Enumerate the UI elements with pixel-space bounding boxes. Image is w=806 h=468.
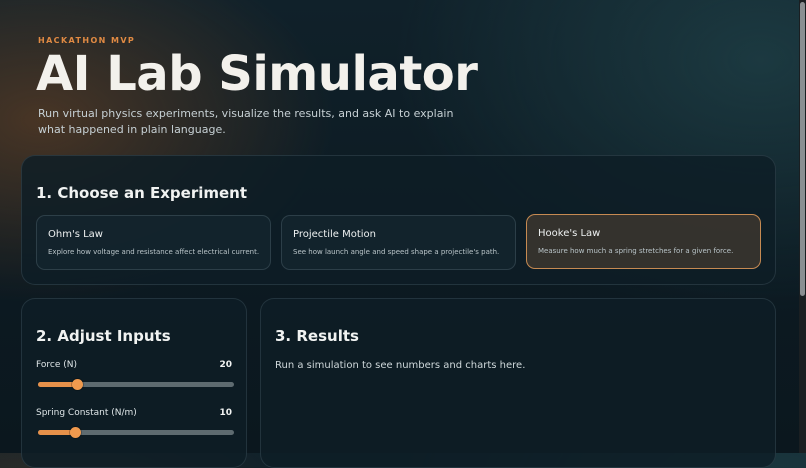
force-label: Force (N) — [36, 360, 77, 370]
experiment-card-projectile-motion[interactable]: Projectile Motion See how launch angle a… — [281, 215, 516, 270]
spring-constant-slider-thumb[interactable] — [70, 427, 82, 438]
page-scrollbar[interactable] — [799, 0, 806, 453]
experiment-card-title: Ohm's Law — [48, 229, 103, 240]
spring-constant-slider[interactable] — [38, 427, 234, 438]
experiment-panel: 1. Choose an Experiment Ohm's Law Explor… — [21, 155, 776, 285]
inputs-heading: 2. Adjust Inputs — [36, 327, 171, 345]
experiment-card-hookes-law[interactable]: Hooke's Law Measure how much a spring st… — [526, 214, 761, 269]
experiment-card-title: Hooke's Law — [538, 228, 601, 239]
results-heading: 3. Results — [275, 327, 359, 345]
force-slider-thumb[interactable] — [72, 379, 84, 390]
experiment-card-title: Projectile Motion — [293, 229, 377, 240]
page-subtitle: Run virtual physics experiments, visuali… — [38, 107, 454, 136]
inputs-panel: 2. Adjust Inputs Force (N) 20 Spring Con… — [21, 298, 247, 468]
experiment-heading: 1. Choose an Experiment — [36, 184, 248, 202]
experiment-card-ohms-law[interactable]: Ohm's Law Explore how voltage and resist… — [36, 215, 271, 270]
force-value: 20 — [219, 360, 232, 370]
experiment-card-description: Measure how much a spring stretches for … — [538, 247, 734, 255]
force-slider[interactable] — [38, 379, 234, 390]
eyebrow-label: HACKATHON MVP — [38, 36, 136, 45]
results-panel: 3. Results Run a simulation to see numbe… — [260, 298, 776, 468]
experiment-card-description: See how launch angle and speed shape a p… — [293, 248, 500, 256]
scrollbar-thumb[interactable] — [800, 2, 805, 296]
page-title: AI Lab Simulator — [36, 46, 478, 102]
spring-constant-value: 10 — [219, 408, 232, 418]
experiment-card-description: Explore how voltage and resistance affec… — [48, 248, 260, 256]
results-placeholder-message: Run a simulation to see numbers and char… — [275, 360, 526, 371]
spring-constant-label: Spring Constant (N/m) — [36, 408, 137, 418]
